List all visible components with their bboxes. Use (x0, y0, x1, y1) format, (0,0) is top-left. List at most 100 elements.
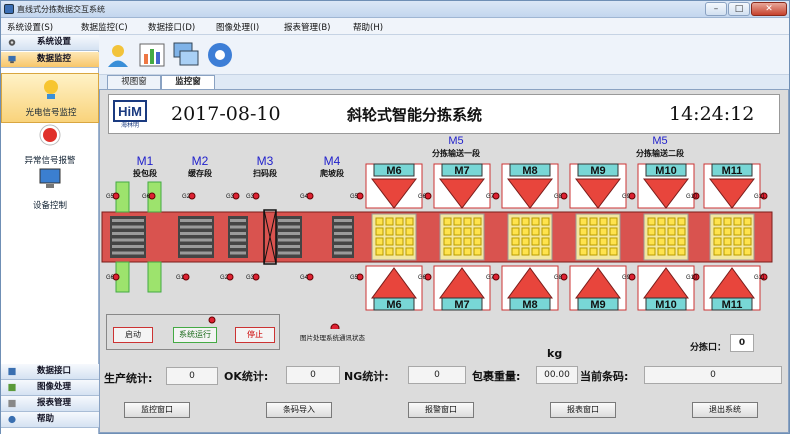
wheel-cell (599, 237, 608, 246)
wheel-cell (405, 227, 414, 236)
sort-module (433, 163, 491, 311)
wheel-cell (521, 217, 530, 226)
menu-monitor[interactable]: 数据监控(C) (81, 21, 128, 33)
sidebar-help[interactable]: 帮助 (1, 412, 99, 428)
tab-monitor[interactable]: 监控窗 (161, 75, 215, 89)
stop-button[interactable]: 停止 (235, 327, 275, 343)
roller-bar (334, 232, 352, 235)
wheel-cell (579, 227, 588, 236)
settings-icon[interactable] (205, 40, 235, 70)
wheel-cell (463, 217, 472, 226)
wheel-cell (647, 247, 656, 256)
wheel-cell (405, 237, 414, 246)
alarm-window-button[interactable]: 报警窗口 (408, 402, 474, 418)
wheel-cell (453, 227, 462, 236)
maximize-button[interactable]: □ (728, 2, 750, 16)
chart-icon[interactable] (137, 40, 167, 70)
title-bar: 直线式分拣数据交互系统 – □ ✕ (1, 1, 789, 18)
production-label: 生产统计: (104, 372, 153, 385)
wheel-cell (713, 237, 722, 246)
menu-image[interactable]: 图像处理(I) (216, 21, 259, 33)
window-title: 直线式分拣数据交互系统 (17, 5, 105, 14)
roller-bar (230, 238, 246, 242)
wheel-cell (579, 237, 588, 246)
wheel-cell (511, 237, 520, 246)
help-icon (8, 415, 16, 424)
menu-report[interactable]: 报表管理(B) (284, 21, 330, 33)
zone-name: 缓存段 (188, 168, 212, 178)
sensor-label: G5 (106, 194, 115, 200)
sidebar-item-device-control[interactable]: 设备控制 (1, 165, 99, 215)
menu-system[interactable]: 系统设置(S) (7, 21, 53, 33)
group-name: 分拣输送二段 (636, 148, 684, 158)
wheel-cell (473, 237, 482, 246)
ng-value: 0 (408, 366, 466, 384)
monitor-window-button[interactable]: 监控窗口 (124, 402, 190, 418)
sensor-label: G7 (486, 275, 495, 281)
wheel-cell (375, 227, 384, 236)
roller-bar (230, 251, 246, 255)
windows-icon[interactable] (171, 40, 201, 70)
roller-bar (180, 238, 212, 242)
header-bar: HiM 海林明 2017-08-10 斜轮式智能分拣系统 14:24:12 (108, 94, 780, 134)
sensor-label: G4 (300, 275, 309, 281)
wheel-cell (541, 217, 550, 226)
wheel-cell (723, 247, 732, 256)
weight-value: 00.00 (536, 366, 578, 384)
svg-text:海林明: 海林明 (121, 121, 139, 129)
roller-bar (180, 245, 212, 248)
sensor-label: G10 (686, 275, 698, 281)
tab-strip: 视图窗 监控窗 (99, 75, 789, 89)
module-code-top: M9 (590, 165, 605, 177)
wheel-cell (667, 227, 676, 236)
roller-segment (332, 216, 354, 258)
sidebar-item-photoelectric[interactable]: 光电信号监控 (1, 73, 99, 123)
minimize-button[interactable]: – (705, 2, 727, 16)
module-code-bottom: M10 (655, 299, 676, 311)
sensor-label: G11 (754, 194, 766, 200)
wheel-cell (657, 247, 666, 256)
sidebar-image-processing[interactable]: 图像处理 (1, 380, 99, 396)
header-time: 14:24:12 (669, 103, 755, 125)
wheel-cell (473, 227, 482, 236)
sensor-label: G2 (182, 194, 191, 200)
roller-bar (112, 238, 144, 242)
sidebar-data-monitor[interactable]: 数据监控 (1, 52, 99, 68)
sidebar-report[interactable]: 报表管理 (1, 396, 99, 412)
ng-label: NG统计: (344, 370, 389, 383)
wheel-cell (723, 217, 732, 226)
sidebar-system-settings[interactable]: 系统设置 (1, 35, 99, 51)
close-button[interactable]: ✕ (751, 2, 787, 16)
user-icon[interactable] (103, 40, 133, 70)
module-code-top: M6 (386, 165, 401, 177)
group-code: M5 (448, 135, 463, 147)
sensor-label: G6 (418, 275, 427, 281)
roller-bar (112, 225, 144, 229)
menu-interface[interactable]: 数据接口(D) (148, 21, 195, 33)
wheel-cell (723, 237, 732, 246)
database-icon (8, 367, 16, 376)
wheel-cell (677, 217, 686, 226)
sidebar-head-label: 报表管理 (37, 398, 72, 408)
barcode-import-button[interactable]: 条码导入 (266, 402, 332, 418)
tab-view[interactable]: 视图窗 (107, 75, 161, 89)
module-code-bottom: M9 (590, 299, 605, 311)
report-window-button[interactable]: 报表窗口 (550, 402, 616, 418)
wheel-cell (395, 227, 404, 236)
wheel-cell (463, 247, 472, 256)
roller-bar (334, 225, 352, 229)
wheel-cell (521, 227, 530, 236)
wheel-cell (657, 237, 666, 246)
roller-bar (278, 219, 300, 222)
exit-system-button[interactable]: 退出系统 (692, 402, 758, 418)
sidebar-item-alarm[interactable]: 异常信号报警 (1, 120, 99, 170)
start-button[interactable]: 启动 (113, 327, 153, 343)
sidebar-data-interface[interactable]: 数据接口 (1, 364, 99, 380)
wheel-cell (677, 237, 686, 246)
roller-bar (112, 232, 144, 235)
menu-help[interactable]: 帮助(H) (353, 21, 383, 33)
outlet-value: 0 (730, 334, 754, 352)
sensor-label: G5 (350, 194, 359, 200)
wheel-cell (579, 247, 588, 256)
roller-bar (230, 225, 246, 229)
